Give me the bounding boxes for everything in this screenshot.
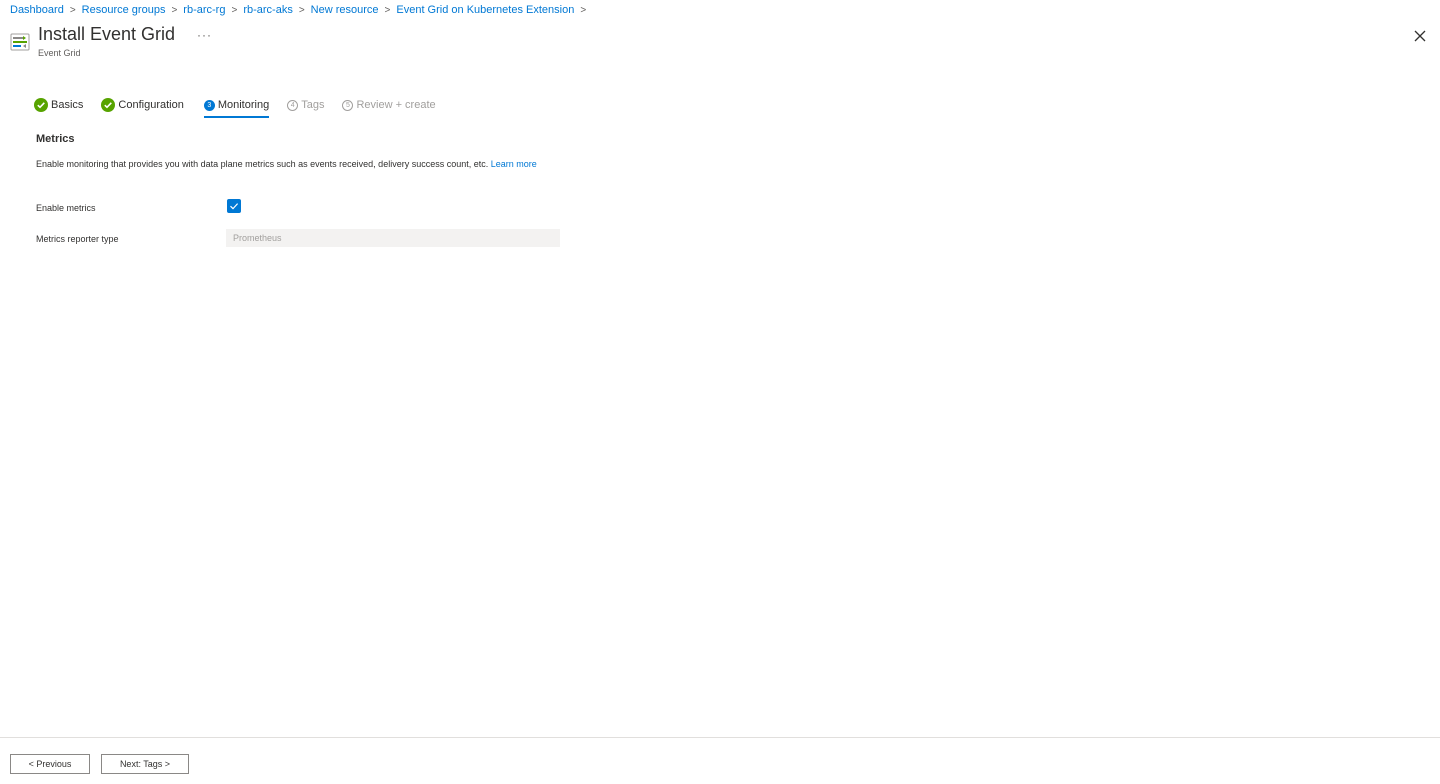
breadcrumb-extension[interactable]: Event Grid on Kubernetes Extension: [396, 4, 574, 16]
wizard-tabs: Basics Configuration 3 Monitoring 4 Tags…: [34, 94, 436, 118]
tab-tags[interactable]: 4 Tags: [287, 94, 324, 116]
tab-label: Basics: [51, 99, 84, 111]
description-text: Enable monitoring that provides you with…: [36, 159, 489, 169]
tab-label: Configuration: [118, 99, 184, 111]
footer-bar: < Previous Next: Tags >: [0, 737, 1440, 784]
event-grid-icon: [10, 32, 30, 52]
close-button[interactable]: [1412, 28, 1428, 44]
metrics-description: Enable monitoring that provides you with…: [36, 158, 560, 171]
install-event-grid-page: Dashboard > Resource groups > rb-arc-rg …: [0, 0, 1440, 784]
learn-more-link[interactable]: Learn more: [491, 159, 537, 169]
previous-button[interactable]: < Previous: [10, 754, 90, 774]
chevron-right-icon: >: [298, 4, 305, 16]
close-icon: [1414, 30, 1426, 42]
breadcrumb-resource-groups[interactable]: Resource groups: [82, 4, 166, 16]
checkmark-circle-icon: [34, 98, 48, 112]
tab-label: Tags: [301, 99, 325, 111]
step-number-icon: 3: [203, 99, 215, 111]
tab-basics[interactable]: Basics: [34, 94, 83, 116]
breadcrumb: Dashboard > Resource groups > rb-arc-rg …: [10, 4, 592, 16]
chevron-right-icon: >: [580, 4, 587, 16]
step-number-icon: 4: [287, 99, 299, 111]
more-options-button[interactable]: ···: [197, 28, 212, 42]
chevron-right-icon: >: [69, 4, 76, 16]
breadcrumb-new-resource[interactable]: New resource: [311, 4, 379, 16]
breadcrumb-cluster[interactable]: rb-arc-aks: [243, 4, 293, 16]
metrics-reporter-type-select: Prometheus: [226, 229, 560, 247]
page-subtitle: Event Grid: [38, 48, 81, 58]
chevron-right-icon: >: [171, 4, 178, 16]
metrics-reporter-type-label: Metrics reporter type: [36, 234, 119, 244]
chevron-right-icon: >: [384, 4, 391, 16]
tab-monitoring[interactable]: 3 Monitoring: [203, 94, 270, 118]
checkmark-icon: [230, 203, 239, 210]
tab-configuration[interactable]: Configuration: [101, 94, 184, 116]
breadcrumb-dashboard[interactable]: Dashboard: [10, 4, 64, 16]
enable-metrics-checkbox[interactable]: [227, 199, 241, 213]
checkmark-circle-icon: [101, 98, 116, 112]
step-number-icon: 5: [342, 99, 354, 111]
tab-review-create[interactable]: 5 Review + create: [342, 94, 436, 116]
enable-metrics-label: Enable metrics: [36, 203, 96, 213]
breadcrumb-resource-group[interactable]: rb-arc-rg: [183, 4, 225, 16]
tab-label: Monitoring: [217, 99, 270, 111]
chevron-right-icon: >: [231, 4, 238, 16]
next-tags-button[interactable]: Next: Tags >: [101, 754, 189, 774]
page-title: Install Event Grid: [38, 24, 176, 44]
section-title-metrics: Metrics: [36, 133, 75, 145]
tab-label: Review + create: [356, 99, 436, 111]
